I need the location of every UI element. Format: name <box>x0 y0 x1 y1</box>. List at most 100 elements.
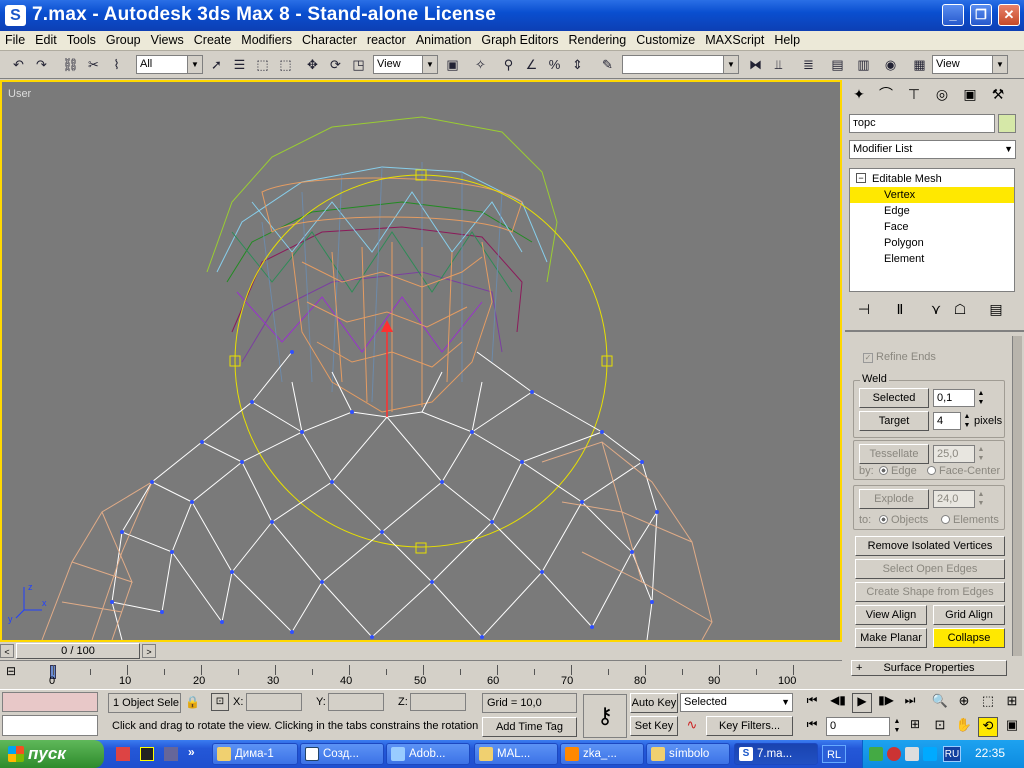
weld-target-pixels-field[interactable]: 4 <box>933 412 961 430</box>
go-to-end-icon[interactable]: ⏭ <box>900 693 920 713</box>
weld-selected-button[interactable]: Selected <box>859 388 929 408</box>
menu-file[interactable]: File <box>0 31 30 50</box>
weld-target-button[interactable]: Target <box>859 411 929 431</box>
stack-item-polygon[interactable]: Polygon <box>850 235 1014 251</box>
menu-maxscript[interactable]: MAXScript <box>700 31 769 50</box>
zoom-extents-icon[interactable]: ⬚ <box>978 693 998 713</box>
tessellate-face-center-radio[interactable]: Face-Center <box>927 465 1000 477</box>
mirror-icon[interactable]: ⧓ <box>745 54 766 75</box>
time-slider[interactable]: < 0 / 100 > <box>0 642 842 660</box>
task-adobe[interactable]: Adob... <box>386 743 470 765</box>
select-object-icon[interactable]: ➚ <box>206 54 227 75</box>
tessellate-spinner[interactable]: ▲ ▼ <box>976 445 986 463</box>
weld-threshold-spinner[interactable]: ▲ ▼ <box>976 389 986 407</box>
menu-customize[interactable]: Customize <box>631 31 700 50</box>
stack-item-edge[interactable]: Edge <box>850 203 1014 219</box>
zoom-all-icon[interactable]: ⊕ <box>954 693 974 713</box>
task-zka[interactable]: zka_... <box>560 743 644 765</box>
collapse-icon[interactable]: − <box>856 173 866 183</box>
select-open-edges-button[interactable]: Select Open Edges <box>855 559 1005 579</box>
stack-item-editable-mesh[interactable]: − Editable Mesh <box>850 171 1014 187</box>
render-type-dropdown[interactable]: View ▼ <box>932 55 1008 74</box>
task-folder-mal[interactable]: MAL... <box>474 743 558 765</box>
explode-objects-radio[interactable]: Objects <box>879 514 928 526</box>
make-planar-button[interactable]: Make Planar <box>855 628 927 648</box>
edit-named-selection-icon[interactable]: ✎ <box>597 54 618 75</box>
select-and-scale-icon[interactable]: ◳ <box>348 54 369 75</box>
pivot-center-icon[interactable]: ▣ <box>442 54 463 75</box>
explode-elements-radio[interactable]: Elements <box>941 514 999 526</box>
time-slider-thumb[interactable]: 0 / 100 <box>16 643 140 659</box>
menu-modifiers[interactable]: Modifiers <box>236 31 297 50</box>
menu-character[interactable]: Character <box>297 31 362 50</box>
z-coordinate-field[interactable] <box>410 693 466 711</box>
minimize-button[interactable]: _ <box>942 4 964 26</box>
app-icon[interactable]: S <box>5 5 26 26</box>
rectangular-selection-icon[interactable]: ⬚ <box>252 54 273 75</box>
maxscript-listener-white[interactable] <box>2 715 98 736</box>
view-align-button[interactable]: View Align <box>855 605 927 625</box>
make-unique-icon[interactable]: ⋎ <box>925 298 947 320</box>
x-coordinate-field[interactable] <box>246 693 302 711</box>
tray-icon-2[interactable] <box>887 747 901 761</box>
maximize-viewport-icon[interactable]: ▣ <box>1002 717 1022 737</box>
angle-snap-icon[interactable]: ∠ <box>521 54 542 75</box>
menu-group[interactable]: Group <box>101 31 146 50</box>
stack-item-element[interactable]: Element <box>850 251 1014 267</box>
pin-stack-icon[interactable]: ⊣ <box>853 298 875 320</box>
pan-icon[interactable]: ✋ <box>954 717 974 737</box>
maximize-button[interactable]: ❐ <box>970 4 992 26</box>
create-tab-icon[interactable]: ✦ <box>848 83 870 105</box>
start-button[interactable]: пуск <box>0 740 104 768</box>
menu-create[interactable]: Create <box>189 31 237 50</box>
set-key-button[interactable]: Set Key <box>630 716 678 736</box>
reference-coordinate-dropdown[interactable]: View ▼ <box>373 55 438 74</box>
grid-align-button[interactable]: Grid Align <box>933 605 1005 625</box>
key-mode-toggle-icon[interactable]: ⏮ <box>802 717 822 737</box>
menu-tools[interactable]: Tools <box>62 31 101 50</box>
task-folder-dima[interactable]: Дима-1 <box>212 743 298 765</box>
tray-icon-4[interactable] <box>923 747 937 761</box>
task-word-doc[interactable]: Созд... <box>300 743 384 765</box>
percent-snap-icon[interactable]: % <box>544 54 565 75</box>
collapse-button[interactable]: Collapse <box>933 628 1005 648</box>
panel-scrollbar[interactable] <box>1012 336 1022 656</box>
select-and-manipulate-icon[interactable]: ✧ <box>470 54 491 75</box>
motion-tab-icon[interactable]: ◎ <box>931 83 953 105</box>
go-to-start-icon[interactable]: ⏮ <box>802 693 822 713</box>
selection-filter-dropdown[interactable]: All ▼ <box>136 55 203 74</box>
snaps-toggle-icon[interactable]: ⚲ <box>498 54 519 75</box>
region-zoom-icon[interactable]: ⊡ <box>930 717 950 737</box>
undo-icon[interactable]: ↶ <box>8 54 29 75</box>
play-icon[interactable]: ▶ <box>852 693 872 713</box>
tessellate-button[interactable]: Tessellate <box>859 444 929 464</box>
previous-frame-icon[interactable]: ◀▮ <box>828 693 848 713</box>
layer-manager-icon[interactable]: ≣ <box>798 54 819 75</box>
render-scene-icon[interactable]: ▦ <box>909 54 930 75</box>
unlink-icon[interactable]: ✂ <box>83 54 104 75</box>
window-crossing-icon[interactable]: ⬚ <box>275 54 296 75</box>
select-by-name-icon[interactable]: ☰ <box>229 54 250 75</box>
stack-item-vertex[interactable]: Vertex <box>850 187 1014 203</box>
key-filters-button[interactable]: Key Filters... <box>706 716 793 736</box>
configure-modifier-sets-icon[interactable]: ▤ <box>985 298 1007 320</box>
tessellate-edge-radio[interactable]: Edge <box>879 465 917 477</box>
y-coordinate-field[interactable] <box>328 693 384 711</box>
redo-icon[interactable]: ↷ <box>31 54 52 75</box>
viewport-user[interactable]: User z x y <box>0 80 842 642</box>
quicklaunch-icon-3[interactable] <box>164 747 178 761</box>
bind-space-warp-icon[interactable]: ⌇ <box>106 54 127 75</box>
quicklaunch-more-icon[interactable]: » <box>188 745 195 759</box>
next-frame-icon[interactable]: ▮▶ <box>876 693 896 713</box>
tray-icon-3[interactable] <box>905 747 919 761</box>
key-tangent-icon[interactable]: ∿ <box>682 717 702 737</box>
modify-tab-icon[interactable]: ⌒ <box>875 83 897 105</box>
add-time-tag-button[interactable]: Add Time Tag <box>482 717 577 737</box>
menu-rendering[interactable]: Rendering <box>564 31 632 50</box>
menu-reactor[interactable]: reactor <box>362 31 411 50</box>
prev-frame-arrow-icon[interactable]: < <box>0 644 14 658</box>
select-and-rotate-icon[interactable]: ⟳ <box>325 54 346 75</box>
task-3dsmax[interactable]: S 7.ma... <box>734 743 818 765</box>
zoom-extents-all-icon[interactable]: ⊞ <box>1002 693 1022 713</box>
display-tab-icon[interactable]: ▣ <box>959 83 981 105</box>
